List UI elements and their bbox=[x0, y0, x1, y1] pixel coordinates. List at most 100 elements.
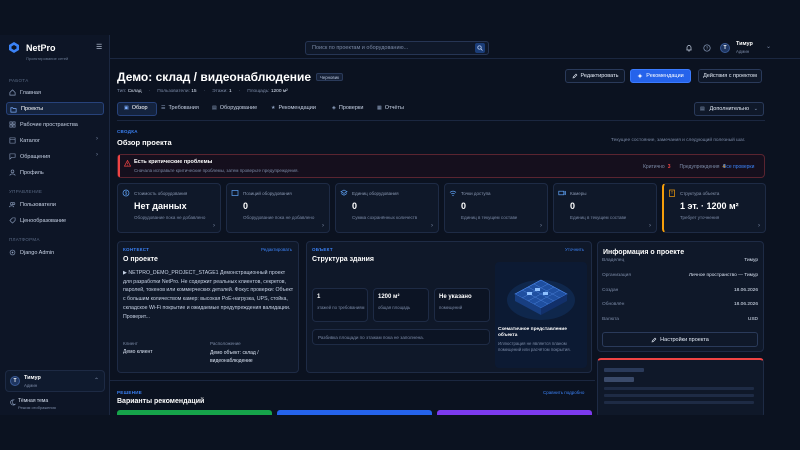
chevron-right-icon: › bbox=[96, 136, 98, 142]
stat-value: 0 bbox=[461, 201, 467, 211]
chevron-down-icon: ⌄ bbox=[753, 106, 758, 112]
avatar: Т bbox=[720, 43, 730, 53]
edit-button[interactable]: Редактировать bbox=[565, 69, 625, 83]
sidebar-item-workspaces[interactable]: Рабочие пространства bbox=[6, 118, 104, 131]
chevron-right-icon: › bbox=[540, 223, 542, 229]
sidebar-item-label: Проекты bbox=[21, 105, 44, 112]
card-title: О проекте bbox=[123, 256, 158, 263]
stat-value: 0 bbox=[352, 201, 358, 211]
all-checks-link[interactable]: Все проверки bbox=[723, 164, 754, 170]
tab-overview[interactable]: ▣ Обзор bbox=[124, 105, 148, 111]
project-actions-button[interactable]: Действия с проектом bbox=[698, 69, 762, 83]
user-icon bbox=[9, 169, 16, 176]
layers-icon bbox=[340, 189, 348, 196]
metric-rooms: Не указано помещений bbox=[434, 288, 490, 322]
more-tabs-dropdown[interactable]: ▤ Дополнительно ⌄ bbox=[694, 102, 764, 116]
sidebar-item-projects[interactable]: Проекты bbox=[6, 102, 104, 115]
sidebar-item-label: Рабочие пространства bbox=[20, 121, 78, 128]
star-icon: ★ bbox=[271, 105, 276, 111]
sidebar-item-users[interactable]: Пользователи bbox=[6, 198, 104, 211]
recommendations-button[interactable]: Рекомендации bbox=[630, 69, 691, 83]
illustration-caption: Схематичное представление объекта bbox=[498, 327, 567, 338]
tab-requirements[interactable]: ☰ Требования bbox=[161, 105, 199, 111]
stat-card[interactable]: Единиц оборудования 0 Сумма сохранённых … bbox=[335, 183, 439, 233]
sidebar-section-title: УПРАВЛЕНИЕ bbox=[9, 189, 43, 194]
sidebar-item-catalog[interactable]: Каталог › bbox=[6, 134, 104, 147]
refine-link[interactable]: Уточнить bbox=[565, 247, 584, 252]
tab-checks[interactable]: ◈ Проверки bbox=[332, 105, 363, 111]
catalog-icon bbox=[9, 137, 16, 144]
stat-card[interactable]: Камеры 0 Единиц в текущем составе › bbox=[553, 183, 657, 233]
users-icon bbox=[9, 202, 16, 208]
pencil-icon bbox=[572, 73, 577, 79]
project-settings-button[interactable]: Настройки проекта bbox=[602, 332, 758, 347]
sidebar-item-label: Профиль bbox=[20, 169, 44, 176]
metric-floors: 1 этажей по требованиям bbox=[312, 288, 368, 322]
chevron-up-icon: ⌃ bbox=[94, 378, 100, 384]
critical-alert: Есть критические проблемы Сначала исправ… bbox=[117, 154, 765, 178]
info-row: Валюта USD bbox=[602, 317, 758, 322]
stat-card[interactable]: $ Стоимость оборудования Нет данных Обор… bbox=[117, 183, 221, 233]
search-input[interactable]: Поиск по проектам и оборудованию... bbox=[305, 41, 489, 55]
stat-value: 0 bbox=[570, 201, 576, 211]
section-label: РЕШЕНИЕ bbox=[117, 390, 143, 395]
sidebar-item-django-admin[interactable]: Django Admin bbox=[6, 246, 104, 259]
topbar-user-menu[interactable]: Т Тимур Админ ⌄ bbox=[720, 40, 790, 56]
edit-context-link[interactable]: Редактировать bbox=[261, 247, 292, 252]
meta-area: Площадь: 1200 м² bbox=[247, 89, 288, 94]
moon-icon bbox=[10, 399, 16, 406]
chevron-right-icon: › bbox=[96, 152, 98, 158]
tab-reports[interactable]: ▦ Отчёты bbox=[377, 105, 404, 111]
illustration-note: Иллюстрация не является планом помещений… bbox=[498, 341, 571, 352]
card-title: Структура здания bbox=[312, 256, 375, 263]
chevron-right-icon: › bbox=[758, 223, 760, 229]
stat-label: Камеры bbox=[570, 191, 587, 196]
chevron-right-icon: › bbox=[431, 223, 433, 229]
alert-counts: Критично 3 Предупреждения 4 bbox=[643, 164, 726, 170]
section-label: ОБЪЕКТ bbox=[312, 247, 333, 252]
sidebar-section-title: РАБОТА bbox=[9, 78, 29, 83]
sidebar-item-home[interactable]: Главная bbox=[6, 86, 104, 99]
sidebar-item-label: Django Admin bbox=[20, 249, 55, 256]
divider bbox=[110, 380, 595, 381]
theme-sub: Режим отображения bbox=[18, 405, 56, 410]
chat-icon bbox=[9, 153, 16, 160]
sidebar-item-label: Пользователи bbox=[20, 201, 56, 208]
section-label: КОНТЕКСТ bbox=[123, 247, 150, 252]
sidebar-item-requests[interactable]: Обращения › bbox=[6, 150, 104, 163]
section-hint: Текущее состояние, замечания и следующий… bbox=[611, 138, 746, 143]
sidebar-user-menu[interactable]: Т Тимур Админ ⌃ bbox=[5, 370, 105, 392]
floor-breakdown-note: Разбивка площади по этажам пока не запол… bbox=[312, 329, 490, 345]
stat-label: Позиций оборудования bbox=[243, 191, 292, 196]
bell-icon[interactable] bbox=[685, 44, 693, 52]
card-title: Информация о проекте bbox=[603, 249, 685, 256]
stat-card[interactable]: Точки доступа 0 Единиц в текущем составе… bbox=[444, 183, 548, 233]
section-label: СВОДКА bbox=[117, 129, 138, 134]
stat-card[interactable]: Структура объекта 1 эт. · 1200 м² Требуе… bbox=[662, 183, 766, 233]
location-label: Расположение bbox=[210, 341, 241, 346]
pencil-icon bbox=[651, 337, 657, 342]
stat-label: Точки доступа bbox=[461, 191, 491, 196]
search-icon bbox=[477, 45, 483, 51]
theme-toggle[interactable]: Тёмная тема Режим отображения bbox=[8, 397, 108, 412]
user-name: Тимур bbox=[736, 41, 753, 47]
sidebar-item-profile[interactable]: Профиль bbox=[6, 166, 104, 179]
search-button[interactable] bbox=[475, 43, 485, 53]
tab-equipment[interactable]: ▤ Оборудование bbox=[212, 105, 257, 111]
stat-card[interactable]: Позиций оборудования 0 Оборудование пока… bbox=[226, 183, 330, 233]
sidebar-item-pricing[interactable]: Ценообразование bbox=[6, 214, 104, 227]
stat-sub: Требует уточнения bbox=[680, 215, 720, 220]
menu-toggle-icon[interactable]: ☰ bbox=[96, 43, 102, 51]
device-icon: ▤ bbox=[212, 105, 217, 111]
client-value: Демо клиент bbox=[123, 349, 153, 355]
stat-sub: Сумма сохранённых количеств bbox=[352, 215, 418, 220]
help-icon[interactable]: ? bbox=[703, 44, 711, 52]
metric-area: 1200 м² общая площадь bbox=[373, 288, 429, 322]
info-row: Обновлён 18.06.2026 bbox=[602, 302, 758, 307]
status-badge: Черновик bbox=[316, 73, 343, 81]
warning-icon bbox=[124, 160, 131, 167]
tab-recommendations[interactable]: ★ Рекомендации bbox=[271, 105, 316, 111]
building-illustration-panel: Схематичное представление объекта Иллюст… bbox=[495, 262, 587, 368]
compare-link[interactable]: Сравнить подробно bbox=[543, 390, 584, 395]
info-row: Создан 18.06.2026 bbox=[602, 288, 758, 293]
